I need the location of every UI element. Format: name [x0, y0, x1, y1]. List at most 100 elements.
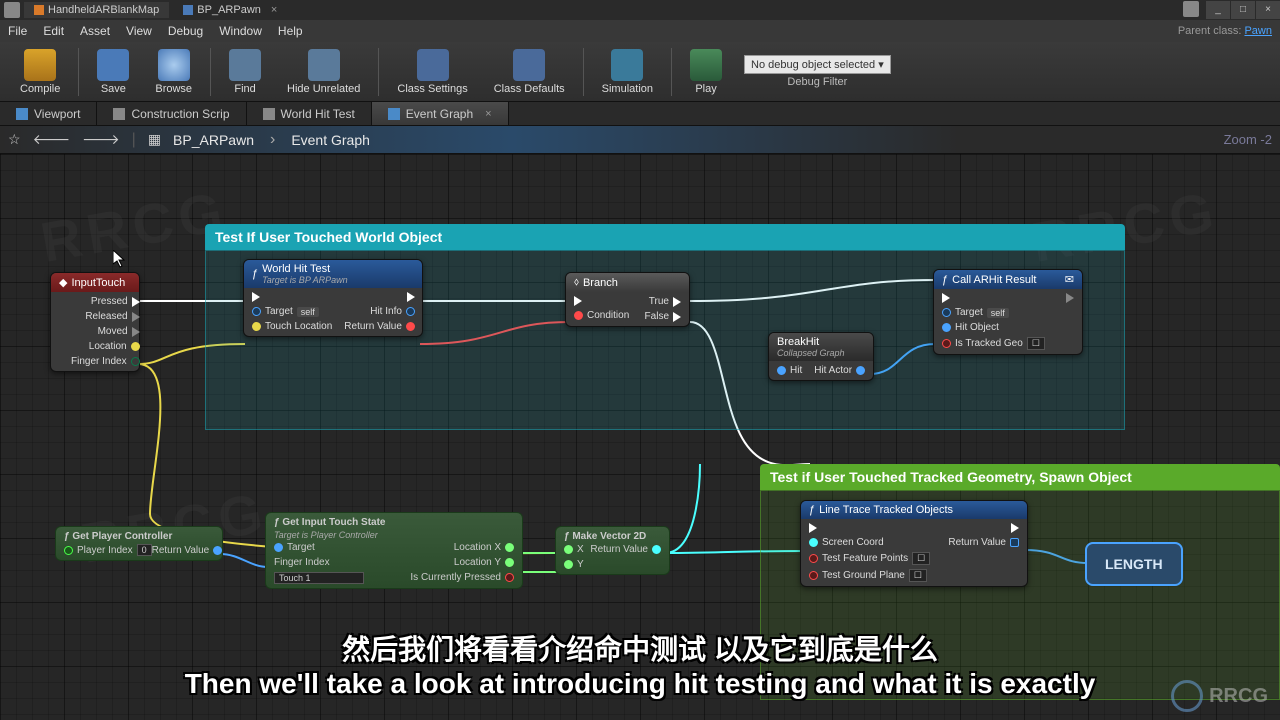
back-icon[interactable]: 🡐 — [33, 131, 71, 148]
node-get-player-controller[interactable]: ƒ Get Player Controller Player Index0 Re… — [55, 526, 223, 561]
hide-unrelated-button[interactable]: Hide Unrelated — [275, 45, 372, 99]
pin-released[interactable]: Released — [85, 311, 139, 322]
parent-class-link[interactable]: Pawn — [1244, 25, 1272, 37]
node-input-touch[interactable]: ◆ InputTouch Pressed Released Moved Loca… — [50, 272, 140, 372]
comment-title[interactable]: Test If User Touched World Object — [205, 224, 1125, 250]
pin-screen-coord[interactable]: Screen Coord — [809, 537, 930, 548]
pin-return-value[interactable]: Return Value — [152, 544, 223, 556]
pin-return-value[interactable]: Return Value — [948, 537, 1019, 548]
pin-finger-index[interactable]: Finger Index Touch 1 — [274, 557, 364, 584]
node-line-trace[interactable]: ƒ Line Trace Tracked Objects Screen Coor… — [800, 500, 1028, 587]
tab-viewport[interactable]: Viewport — [0, 102, 97, 125]
menu-asset[interactable]: Asset — [80, 24, 110, 38]
pin-player-index[interactable]: Player Index0 — [64, 544, 152, 556]
pin-condition[interactable]: Condition — [574, 310, 629, 321]
play-button[interactable]: Play — [678, 45, 734, 99]
pin-target[interactable]: Targetself — [942, 307, 1045, 318]
pin-hit-info[interactable]: Hit Info — [370, 306, 415, 317]
tab-event-graph[interactable]: Event Graph × — [372, 102, 509, 125]
node-subtitle: Target is Player Controller — [274, 530, 514, 540]
comment-title[interactable]: Test if User Touched Tracked Geometry, S… — [760, 464, 1280, 490]
pin-exec-in[interactable] — [574, 296, 629, 306]
pin-exec-out[interactable] — [1011, 523, 1019, 533]
cursor-icon — [113, 250, 125, 268]
save-icon — [97, 49, 129, 81]
menu-edit[interactable]: Edit — [43, 24, 64, 38]
compile-button[interactable]: Compile — [8, 45, 72, 99]
pin-exec-in[interactable] — [252, 292, 332, 302]
node-branch[interactable]: ⬨ Branch Condition True False — [565, 272, 690, 327]
pin-is-pressed[interactable]: Is Currently Pressed — [410, 572, 514, 583]
menu-debug[interactable]: Debug — [168, 24, 203, 38]
pin-is-tracked-geo[interactable]: Is Tracked Geo☐ — [942, 337, 1045, 350]
node-call-arhit[interactable]: ƒ Call ARHit Result ✉ Targetself Hit Obj… — [933, 269, 1083, 355]
debug-object-select[interactable]: No debug object selected ▾ — [744, 55, 891, 74]
file-tab-blueprint[interactable]: BP_ARPawn × — [173, 2, 287, 18]
pin-return-value[interactable]: Return Value — [590, 544, 661, 555]
node-header[interactable]: ⬨ Branch — [566, 273, 689, 292]
pin-touch-location[interactable]: Touch Location — [252, 321, 332, 332]
menu-file[interactable]: File — [8, 24, 27, 38]
pin-hit[interactable]: Hit — [777, 365, 802, 376]
node-make-vector-2d[interactable]: ƒ Make Vector 2D X Y Return Value — [555, 526, 670, 575]
breadcrumb-leaf[interactable]: Event Graph — [291, 132, 370, 148]
close-icon[interactable]: × — [271, 4, 277, 16]
node-world-hit-test[interactable]: ƒ World Hit Test Target is BP ARPawn Tar… — [243, 259, 423, 337]
graph-canvas[interactable]: RRCG RRCG RRCG Test If User Touched Worl… — [0, 154, 1280, 720]
pin-location[interactable]: Location — [89, 341, 140, 352]
pin-exec-in[interactable] — [942, 293, 1045, 303]
blueprint-icon — [183, 5, 193, 15]
simulation-button[interactable]: Simulation — [590, 45, 665, 99]
pin-exec-out[interactable] — [1066, 293, 1074, 303]
pin-hit-object[interactable]: Hit Object — [942, 322, 1045, 333]
node-break-hit[interactable]: BreakHit Collapsed Graph Hit Hit Actor — [768, 332, 874, 381]
minimize-button[interactable]: _ — [1206, 1, 1230, 19]
tab-construction[interactable]: Construction Scrip — [97, 102, 246, 125]
file-tab-map[interactable]: HandheldARBlankMap — [24, 2, 169, 18]
node-get-input-touch-state[interactable]: ƒ Get Input Touch State Target is Player… — [265, 512, 523, 589]
node-length[interactable]: LENGTH — [1085, 542, 1183, 586]
pin-false[interactable]: False — [645, 311, 681, 322]
pin-y[interactable]: Y — [564, 559, 584, 570]
graph-icon: ▦ — [148, 131, 161, 148]
menu-view[interactable]: View — [126, 24, 152, 38]
pin-return-value[interactable]: Return Value — [344, 321, 415, 332]
pin-target[interactable]: Target — [274, 542, 364, 553]
pin-location-x[interactable]: Location X — [454, 542, 514, 553]
node-header[interactable]: BreakHit Collapsed Graph — [769, 333, 873, 361]
node-header[interactable]: ƒ World Hit Test Target is BP ARPawn — [244, 260, 422, 288]
maximize-button[interactable]: □ — [1231, 1, 1255, 19]
close-button[interactable]: × — [1256, 1, 1280, 19]
tab-world-hit[interactable]: World Hit Test — [247, 102, 372, 125]
pin-moved[interactable]: Moved — [98, 326, 140, 337]
branch-icon: ⬨ — [574, 276, 579, 289]
find-button[interactable]: Find — [217, 45, 273, 99]
close-icon[interactable]: × — [485, 108, 491, 120]
browse-button[interactable]: Browse — [143, 45, 204, 99]
ue-logo-icon — [4, 2, 20, 18]
class-defaults-button[interactable]: Class Defaults — [482, 45, 577, 99]
node-header[interactable]: ƒ Call ARHit Result ✉ — [934, 270, 1082, 289]
pin-test-ground[interactable]: Test Ground Plane☐ — [809, 569, 930, 582]
pin-true[interactable]: True — [649, 296, 681, 307]
forward-icon[interactable]: 🡒 — [82, 131, 120, 148]
pin-pressed[interactable]: Pressed — [91, 296, 140, 307]
star-icon[interactable]: ☆ — [8, 131, 21, 148]
pin-hit-actor[interactable]: Hit Actor — [814, 365, 865, 376]
function-icon: ƒ — [252, 268, 258, 280]
pin-exec-out[interactable] — [407, 292, 415, 302]
menu-help[interactable]: Help — [278, 24, 303, 38]
pin-exec-in[interactable] — [809, 523, 930, 533]
save-button[interactable]: Save — [85, 45, 141, 99]
node-header[interactable]: ◆ InputTouch — [51, 273, 139, 292]
breadcrumb-root[interactable]: BP_ARPawn — [173, 132, 254, 148]
pin-finger-index[interactable]: Finger Index — [71, 356, 140, 367]
pin-x[interactable]: X — [564, 544, 584, 555]
node-header[interactable]: ƒ Line Trace Tracked Objects — [801, 501, 1027, 519]
watermark-logo: RRCG — [1171, 680, 1268, 712]
pin-test-feature[interactable]: Test Feature Points☐ — [809, 552, 930, 565]
menu-window[interactable]: Window — [219, 24, 262, 38]
pin-location-y[interactable]: Location Y — [454, 557, 514, 568]
pin-target[interactable]: Targetself — [252, 306, 332, 317]
class-settings-button[interactable]: Class Settings — [385, 45, 479, 99]
